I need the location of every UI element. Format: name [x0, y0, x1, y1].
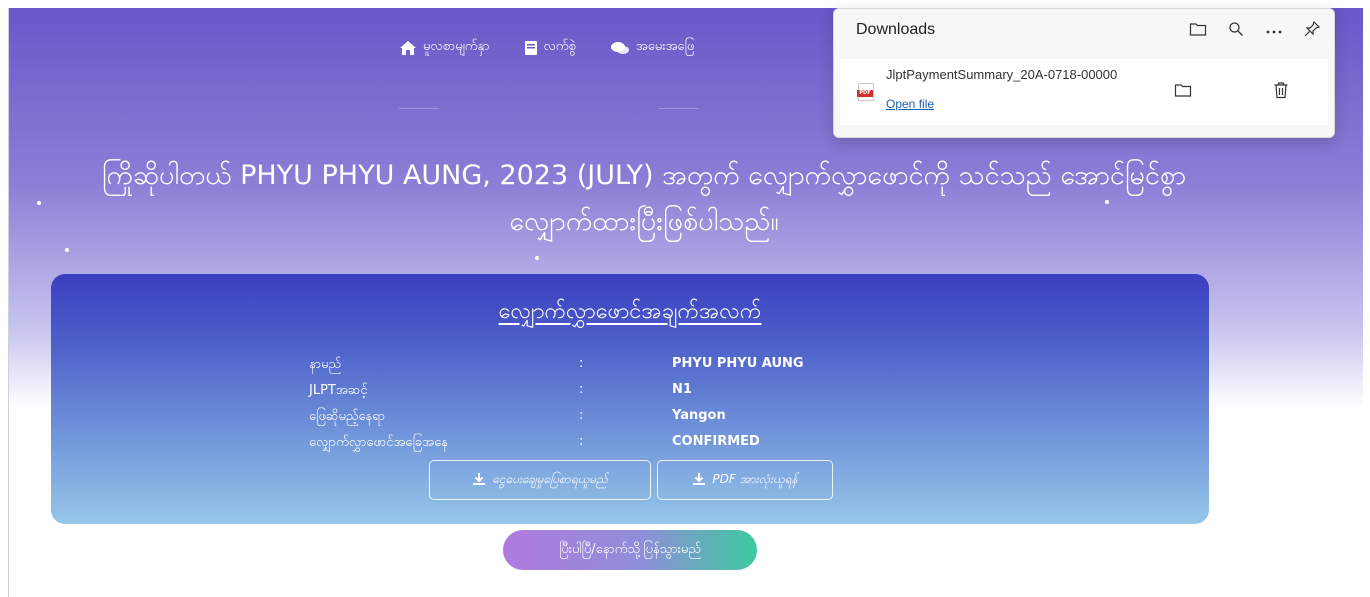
- top-nav: မူလစာမျက်နှာ လက်စွဲ အမေးအဖြေ: [399, 38, 694, 57]
- nav-divider: [659, 108, 699, 109]
- info-colon: :: [579, 356, 584, 371]
- download-icon: [692, 472, 706, 489]
- pdf-file-badge: PDF: [857, 90, 873, 97]
- pin-panel-button[interactable]: [1300, 19, 1324, 43]
- info-colon: :: [579, 434, 584, 449]
- download-icon: [472, 472, 486, 489]
- download-receipt-label: ငွေပေးချေမှုပြေစာရယူမည်: [492, 472, 608, 486]
- nav-item-faq[interactable]: အမေးအဖြေ: [610, 38, 695, 57]
- finish-back-button[interactable]: ပြီးပါပြီ/နောက်သို့ပြန်သွားမည်: [503, 530, 757, 570]
- delete-download-button[interactable]: [1268, 79, 1294, 105]
- page-title-line1: ကြိုဆိုပါတယ် PHYU PHYU AUNG, 2023 (JULY)…: [101, 160, 1187, 191]
- nav-item-manual[interactable]: လက်စွဲ: [524, 38, 576, 57]
- downloads-title: Downloads: [856, 21, 936, 38]
- info-label: လျှောက်လွှာဖောင်အခြေအနေ: [309, 435, 448, 450]
- info-row-level: JLPTအဆင့် : N1: [51, 382, 1209, 402]
- page-title-line2: လျှောက်ထားပြီးဖြစ်ပါသည်။: [509, 206, 779, 237]
- download-receipt-button[interactable]: ငွေပေးချေမှုပြေစာရယူမည်: [429, 460, 651, 500]
- info-row-name: နာမည် : PHYU PHYU AUNG: [51, 356, 1209, 376]
- info-label: JLPTအဆင့်: [309, 383, 368, 398]
- open-folder-button[interactable]: [1186, 19, 1210, 43]
- info-value: N1: [672, 382, 692, 397]
- download-pdf-button[interactable]: PDF အားလုံးယူရန်: [657, 460, 833, 500]
- folder-icon: [1174, 82, 1192, 103]
- chat-icon: [610, 40, 630, 56]
- info-row-location: ဖြေဆိုမည့်နေရာ : Yangon: [51, 408, 1209, 428]
- downloads-toolbar: [1186, 19, 1324, 43]
- info-row-status: လျှောက်လွှာဖောင်အခြေအနေ : CONFIRMED: [51, 434, 1209, 454]
- show-in-folder-button[interactable]: [1170, 79, 1196, 105]
- search-downloads-button[interactable]: [1224, 19, 1248, 43]
- search-icon: [1228, 21, 1244, 42]
- download-item[interactable]: PDF JlptPaymentSummary_20A-0718-00000 Op…: [840, 59, 1328, 125]
- home-icon: [399, 40, 417, 56]
- pin-icon: [1303, 20, 1321, 43]
- download-file-name: JlptPaymentSummary_20A-0718-00000: [886, 67, 1118, 82]
- decor-dot: [65, 248, 69, 252]
- more-options-button[interactable]: [1262, 19, 1286, 43]
- nav-divider: [399, 108, 439, 109]
- more-icon: [1266, 22, 1282, 40]
- info-colon: :: [579, 382, 584, 397]
- downloads-panel: Downloads PDF JlptPaymentSummary_20A-071…: [833, 8, 1335, 138]
- pdf-file-icon: PDF: [857, 83, 874, 101]
- info-value: CONFIRMED: [672, 434, 760, 449]
- folder-icon: [1189, 21, 1207, 42]
- trash-icon: [1273, 81, 1289, 104]
- download-pdf-label: PDF အားလုံးယူရန်: [712, 472, 798, 486]
- info-label: ဖြေဆိုမည့်နေရာ: [309, 409, 386, 424]
- decor-dot: [535, 256, 539, 260]
- nav-item-label: အမေးအဖြေ: [635, 39, 695, 54]
- nav-item-label: လက်စွဲ: [543, 39, 576, 54]
- info-label: နာမည်: [309, 357, 342, 372]
- nav-item-label: မူလစာမျက်နှာ: [423, 39, 490, 54]
- open-file-link[interactable]: Open file: [886, 97, 934, 111]
- page-title: ကြိုဆိုပါတယ် PHYU PHYU AUNG, 2023 (JULY)…: [39, 153, 1249, 245]
- info-colon: :: [579, 408, 584, 423]
- book-icon: [524, 40, 538, 56]
- info-value: PHYU PHYU AUNG: [672, 356, 804, 371]
- card-title: လျှောက်လွှာဖောင်အချက်အလက်: [498, 299, 762, 324]
- application-info-card: လျှောက်လွှာဖောင်အချက်အလက် နာမည် : PHYU P…: [51, 274, 1209, 524]
- nav-item-home[interactable]: မူလစာမျက်နှာ: [399, 38, 490, 57]
- info-value: Yangon: [672, 408, 726, 423]
